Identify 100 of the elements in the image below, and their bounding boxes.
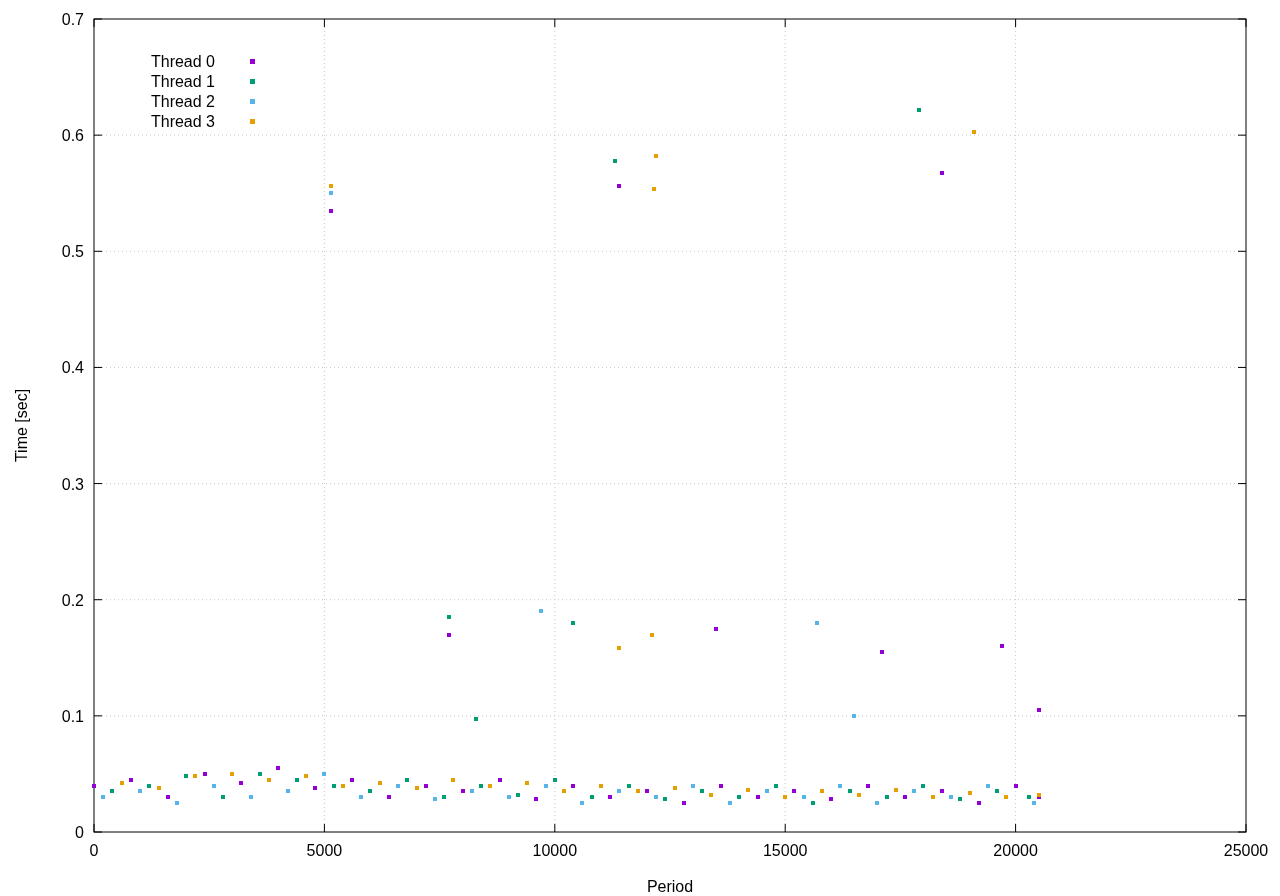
data-point: [451, 778, 455, 782]
data-point: [433, 797, 437, 801]
data-point: [442, 795, 446, 799]
data-point: [746, 788, 750, 792]
data-point: [617, 184, 621, 188]
data-point: [968, 791, 972, 795]
data-point: [415, 786, 419, 790]
data-point: [617, 789, 621, 793]
data-point: [147, 784, 151, 788]
data-point: [258, 772, 262, 776]
data-point: [645, 789, 649, 793]
data-point: [958, 797, 962, 801]
y-tick-label: 0: [75, 824, 84, 841]
data-point: [175, 801, 179, 805]
data-point: [673, 786, 677, 790]
data-point: [1004, 795, 1008, 799]
data-point: [341, 784, 345, 788]
data-point: [995, 789, 999, 793]
data-point: [709, 793, 713, 797]
data-point: [627, 784, 631, 788]
y-tick-label: 0.1: [61, 707, 84, 725]
data-point: [507, 795, 511, 799]
data-point: [447, 615, 451, 619]
data-point: [516, 793, 520, 797]
data-point: [329, 184, 333, 188]
data-point: [815, 621, 819, 625]
data-point: [221, 795, 225, 799]
legend-label: Thread 1: [150, 73, 215, 90]
data-point: [329, 191, 333, 195]
x-tick-label: 10000: [532, 842, 578, 859]
data-point: [756, 795, 760, 799]
data-point: [193, 774, 197, 778]
data-point: [921, 784, 925, 788]
data-point: [470, 789, 474, 793]
data-point: [737, 795, 741, 799]
data-point: [1037, 708, 1041, 712]
data-point: [267, 778, 271, 782]
data-point: [940, 171, 944, 175]
data-point: [608, 795, 612, 799]
data-point: [931, 795, 935, 799]
y-tick-label: 0.5: [61, 243, 84, 261]
legend-label: Thread 2: [150, 93, 215, 110]
data-point: [230, 772, 234, 776]
data-point: [525, 781, 529, 785]
data-point: [829, 797, 833, 801]
data-point: [447, 633, 451, 637]
data-point: [1000, 644, 1004, 648]
data-point: [652, 187, 656, 191]
data-point: [636, 789, 640, 793]
data-point: [498, 778, 502, 782]
data-point: [1032, 801, 1036, 805]
data-point: [977, 801, 981, 805]
data-point: [691, 784, 695, 788]
data-point: [1014, 784, 1018, 788]
data-point: [654, 154, 658, 158]
data-point: [765, 789, 769, 793]
data-point: [359, 795, 363, 799]
x-tick-label: 25000: [1223, 842, 1269, 859]
data-point: [852, 714, 856, 718]
data-point: [539, 609, 543, 613]
data-point: [811, 801, 815, 805]
data-point: [387, 795, 391, 799]
data-point: [239, 781, 243, 785]
data-point: [682, 801, 686, 805]
data-point: [599, 784, 603, 788]
data-point: [110, 789, 114, 793]
data-point: [405, 778, 409, 782]
data-point: [304, 774, 308, 778]
y-axis-title: Time [sec]: [13, 388, 30, 463]
x-tick-label: 5000: [306, 842, 343, 859]
data-point: [654, 795, 658, 799]
legend-label: Thread 0: [150, 53, 215, 70]
data-point: [322, 772, 326, 776]
data-point: [396, 784, 400, 788]
data-point: [875, 801, 879, 805]
data-point: [184, 774, 188, 778]
x-tick-label: 0: [89, 842, 99, 859]
data-point: [474, 717, 478, 721]
y-tick-label: 0.4: [61, 359, 84, 377]
data-point: [580, 801, 584, 805]
data-point: [728, 801, 732, 805]
data-point: [617, 646, 621, 650]
x-tick-label: 20000: [993, 842, 1038, 859]
data-point: [378, 781, 382, 785]
data-point: [783, 795, 787, 799]
data-point: [590, 795, 594, 799]
data-point: [885, 795, 889, 799]
data-point: [553, 778, 557, 782]
data-point: [714, 627, 718, 631]
y-tick-label: 0.2: [61, 591, 84, 609]
data-point: [101, 795, 105, 799]
data-point: [903, 795, 907, 799]
data-point: [544, 784, 548, 788]
data-point: [774, 784, 778, 788]
data-point: [986, 784, 990, 788]
data-point: [479, 784, 483, 788]
data-point: [802, 795, 806, 799]
data-point: [700, 789, 704, 793]
data-point: [912, 789, 916, 793]
data-point: [866, 784, 870, 788]
